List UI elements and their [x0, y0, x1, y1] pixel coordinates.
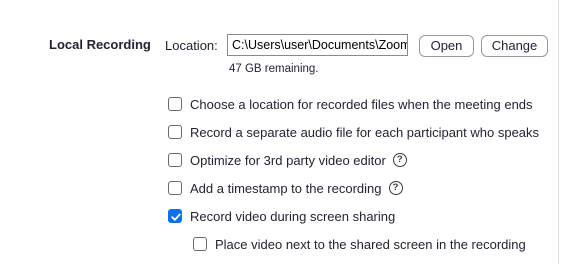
option-video-screen-sharing[interactable]: Record video during screen sharing: [168, 207, 395, 225]
option-optimize-editor[interactable]: Optimize for 3rd party video editor ?: [168, 151, 407, 169]
timestamp-label: Add a timestamp to the recording: [190, 180, 382, 196]
video-screen-sharing-label: Record video during screen sharing: [190, 208, 396, 224]
option-separate-audio[interactable]: Record a separate audio file for each pa…: [168, 123, 539, 141]
help-circle-icon[interactable]: ?: [392, 153, 407, 167]
separate-audio-label: Record a separate audio file for each pa…: [190, 124, 540, 140]
place-video-next-checkbox[interactable]: [193, 237, 207, 251]
option-place-video-next[interactable]: Place video next to the shared screen in…: [193, 235, 526, 253]
open-button[interactable]: Open: [419, 35, 474, 57]
choose-location-checkbox[interactable]: [168, 97, 182, 111]
location-path-field[interactable]: C:\Users\user\Documents\Zoom: [227, 34, 408, 56]
option-timestamp[interactable]: Add a timestamp to the recording ?: [168, 179, 403, 197]
panel-divider: [558, 0, 559, 264]
choose-location-label: Choose a location for recorded files whe…: [190, 96, 533, 112]
storage-remaining-text: 47 GB remaining.: [229, 63, 319, 75]
location-label: Location:: [165, 38, 218, 53]
optimize-editor-checkbox[interactable]: [168, 153, 182, 167]
video-screen-sharing-checkbox[interactable]: [168, 209, 182, 223]
change-button[interactable]: Change: [481, 35, 548, 57]
help-circle-icon[interactable]: ?: [388, 181, 403, 195]
section-title: Local Recording: [49, 37, 151, 52]
option-choose-location[interactable]: Choose a location for recorded files whe…: [168, 95, 533, 113]
separate-audio-checkbox[interactable]: [168, 125, 182, 139]
checkmark-icon: [171, 213, 181, 221]
recording-settings-panel: Local Recording Location: C:\Users\user\…: [0, 0, 558, 264]
place-video-next-label: Place video next to the shared screen in…: [215, 236, 526, 252]
timestamp-checkbox[interactable]: [168, 181, 182, 195]
optimize-editor-label: Optimize for 3rd party video editor: [190, 152, 386, 168]
